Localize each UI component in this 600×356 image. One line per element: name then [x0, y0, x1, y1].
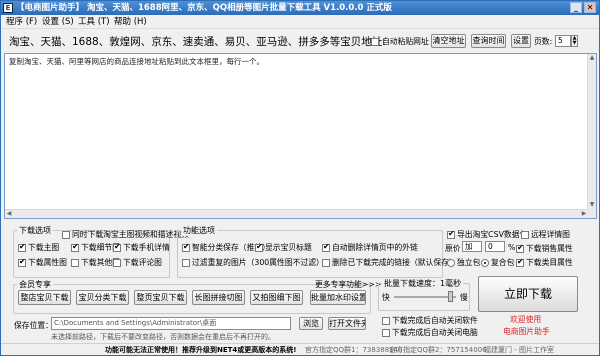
- combined-pack-radio[interactable]: [481, 258, 489, 268]
- assistant-link[interactable]: 电商图片助手: [503, 326, 550, 337]
- video-download-label: 同时下载淘宝主图视频和描述视频: [72, 230, 189, 239]
- percent-label: %: [508, 243, 516, 252]
- price-mode-select[interactable]: 加: [462, 241, 482, 252]
- delete-finished-checkbox[interactable]: [322, 258, 330, 268]
- detail-image-checkbox[interactable]: [71, 242, 79, 253]
- feature-options-group: [177, 230, 443, 278]
- welcome-link[interactable]: 欢迎使用: [510, 314, 541, 325]
- whole-page-download-button[interactable]: 整页宝贝下载: [134, 290, 187, 305]
- speed-slider-track[interactable]: [394, 291, 456, 302]
- speed-slow-label: 慢: [460, 293, 468, 302]
- menu-settings[interactable]: 设置 (S): [42, 16, 74, 28]
- remote-detail-checkbox[interactable]: [521, 230, 529, 240]
- watermark-settings-button[interactable]: 批量加水印设置: [310, 290, 366, 305]
- auto-shutdown-label: 下载完成后自动关闭电脑: [392, 328, 478, 337]
- long-image-split-button[interactable]: 长图拼接切图: [192, 290, 245, 305]
- single-pack-label: 独立包: [457, 258, 481, 267]
- category-attr-label: 下载类目属性: [526, 258, 573, 267]
- status-warning: 功能可能无法正常使用！推荐升级到NET4或更高版本的系统!: [105, 346, 297, 354]
- video-download-checkbox[interactable]: [62, 230, 70, 240]
- auto-paste-checkbox[interactable]: [371, 37, 379, 47]
- download-options-title: 下载选项: [17, 225, 53, 236]
- other-image-checkbox[interactable]: [71, 258, 79, 268]
- auto-close-checkbox[interactable]: [382, 316, 390, 326]
- status-location: 福建厦门 - 图片工作室: [484, 346, 554, 354]
- pages-spinner[interactable]: ▲ ▼: [571, 35, 578, 47]
- speed-title: 批量下载速度：1毫秒: [382, 278, 464, 289]
- remote-detail-label: 远程详情图: [531, 230, 570, 239]
- main-image-label: 下载主图: [28, 243, 60, 252]
- save-note: 未选择前路径，下载后不要改变路径，否则数据会在重启后不再打开的。: [51, 333, 275, 341]
- scroll-down-icon[interactable]: ▼: [588, 201, 596, 209]
- export-csv-checkbox[interactable]: [447, 229, 455, 240]
- clear-address-button[interactable]: 清空地址: [431, 34, 466, 48]
- member-group-title: 会员专享: [17, 279, 53, 290]
- url-row: 淘宝、天猫、1688、敦煌网、京东、速卖通、易贝、亚马逊、拼多多等宝贝地址: 自…: [1, 31, 599, 53]
- attribute-image-checkbox[interactable]: [18, 257, 26, 268]
- remove-links-checkbox[interactable]: [322, 242, 330, 253]
- mobile-detail-label: 下载手机详情: [123, 243, 170, 252]
- review-image-checkbox[interactable]: [113, 258, 121, 268]
- filter-duplicates-checkbox[interactable]: [182, 258, 190, 268]
- vertical-scrollbar[interactable]: ▲ ▼: [587, 54, 596, 218]
- menu-program[interactable]: 程序 (F): [6, 16, 37, 28]
- open-folder-button[interactable]: 打开文件夹: [328, 317, 366, 330]
- show-title-checkbox[interactable]: [255, 242, 263, 253]
- app-window: E 【电商图片助手】 淘宝、天猫、1688阿里、京东、QQ相册等图片批量下载工具…: [0, 0, 600, 356]
- horizontal-scrollbar[interactable]: ◀ ▶: [5, 209, 588, 218]
- speed-slider-thumb[interactable]: [448, 291, 454, 302]
- feature-options-title: 功能选项: [181, 225, 217, 236]
- query-time-button[interactable]: 查询时间: [471, 34, 506, 48]
- price-percent-input[interactable]: 0: [485, 241, 505, 252]
- settings-button[interactable]: 设置: [511, 34, 531, 48]
- speed-fast-label: 快: [382, 293, 390, 302]
- whole-shop-download-button[interactable]: 整店宝贝下载: [18, 290, 71, 305]
- scroll-left-icon[interactable]: ◀: [5, 210, 13, 218]
- auto-close-label: 下载完成后自动关闭软件: [392, 316, 478, 325]
- auto-paste-label: 自动粘贴网址: [382, 37, 429, 46]
- scroll-up-icon[interactable]: ▲: [588, 54, 596, 62]
- auto-shutdown-checkbox[interactable]: [382, 328, 390, 338]
- sales-attr-label: 下载销售属性: [526, 244, 573, 253]
- attribute-image-label: 下载属性图: [28, 258, 67, 267]
- status-qq1: 官方指定QQ群1：738388140: [305, 346, 403, 354]
- url-label: 淘宝、天猫、1688、敦煌网、京东、速卖通、易贝、亚马逊、拼多多等宝贝地址:: [9, 36, 386, 48]
- upyun-download-button[interactable]: 又拍图细下图: [250, 290, 303, 305]
- download-now-button[interactable]: 立即下载: [478, 276, 578, 312]
- browse-button[interactable]: 浏览: [299, 317, 323, 330]
- category-attr-checkbox[interactable]: [516, 257, 524, 268]
- filter-duplicates-label: 过滤重复的图片（300属性图不过滤）: [192, 258, 324, 267]
- export-csv-label: 导出淘宝CSV数据包: [457, 230, 528, 239]
- delete-finished-label: 删除已下载完成的链接（默认保存）: [332, 258, 457, 267]
- save-path-input[interactable]: C:\Documents and Settings\Administrator\…: [51, 317, 291, 330]
- price-label: 原价: [445, 244, 461, 253]
- remove-links-label: 自动删除详情页中的外链: [332, 243, 418, 252]
- pages-label: 页数:: [534, 37, 553, 46]
- close-button[interactable]: ✕: [584, 2, 596, 13]
- textarea-hint: 复制淘宝、天猫、阿里等网店的商品连接地址粘贴到此文本框里，每行一个。: [9, 57, 264, 66]
- app-icon: E: [3, 3, 13, 13]
- status-qq2: 官方指定QQ群2：757154006: [389, 346, 487, 354]
- menu-help[interactable]: 帮助 (H): [114, 16, 147, 28]
- combined-pack-label: 复合包: [491, 258, 515, 267]
- options-panel: 下载选项 同时下载淘宝主图视频和描述视频 下载主图 下载细节图 下载手机详情 下…: [1, 220, 599, 356]
- menu-tools[interactable]: 工具 (T): [78, 16, 110, 28]
- show-title-label: 显示宝贝标题: [265, 243, 312, 252]
- main-image-checkbox[interactable]: [18, 242, 26, 253]
- category-download-button[interactable]: 宝贝分类下载: [76, 290, 129, 305]
- pages-value[interactable]: 5: [555, 35, 571, 47]
- title-bar: E 【电商图片助手】 淘宝、天猫、1688阿里、京东、QQ相册等图片批量下载工具…: [1, 1, 599, 15]
- minimize-button[interactable]: _: [570, 2, 582, 13]
- url-textarea[interactable]: 复制淘宝、天猫、阿里等网店的商品连接地址粘贴到此文本框里，每行一个。 ▲ ▼ ◀…: [4, 53, 597, 219]
- single-pack-radio[interactable]: [447, 258, 455, 268]
- more-features-link[interactable]: 更多专享功能>>>: [315, 279, 381, 290]
- mobile-detail-checkbox[interactable]: [113, 242, 121, 253]
- sales-attr-checkbox[interactable]: [516, 243, 524, 254]
- window-title: 【电商图片助手】 淘宝、天猫、1688阿里、京东、QQ相册等图片批量下载工具 V…: [16, 3, 392, 13]
- review-image-label: 下载评论图: [123, 258, 162, 267]
- save-location-label: 保存位置：: [14, 321, 53, 330]
- scroll-right-icon[interactable]: ▶: [580, 210, 588, 218]
- smart-sort-checkbox[interactable]: [182, 242, 190, 253]
- menu-bar: 程序 (F) 设置 (S) 工具 (T) 帮助 (H): [1, 15, 599, 29]
